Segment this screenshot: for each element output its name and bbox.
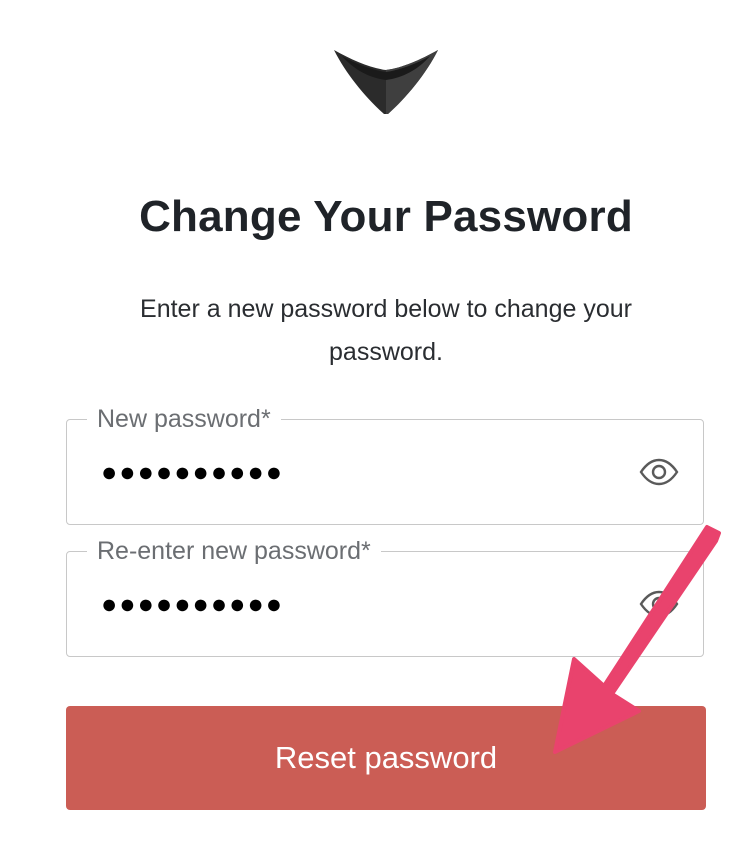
- chevron-shield-logo-icon: [334, 50, 438, 114]
- eye-icon[interactable]: [639, 458, 679, 486]
- page-title: Change Your Password: [139, 192, 633, 241]
- page-subtitle: Enter a new password below to change you…: [140, 295, 632, 366]
- new-password-value[interactable]: ●●●●●●●●●●: [101, 452, 284, 492]
- confirm-password-label: Re-enter new password*: [87, 534, 381, 568]
- change-password-page: Change Your Password Enter a new passwor…: [0, 0, 752, 862]
- confirm-password-field[interactable]: Re-enter new password* ●●●●●●●●●●: [66, 534, 704, 657]
- reset-password-button[interactable]: Reset password: [66, 706, 706, 810]
- new-password-field[interactable]: New password* ●●●●●●●●●●: [66, 402, 704, 525]
- eye-icon[interactable]: [639, 590, 679, 618]
- new-password-label: New password*: [87, 402, 281, 436]
- confirm-password-value[interactable]: ●●●●●●●●●●: [101, 584, 284, 624]
